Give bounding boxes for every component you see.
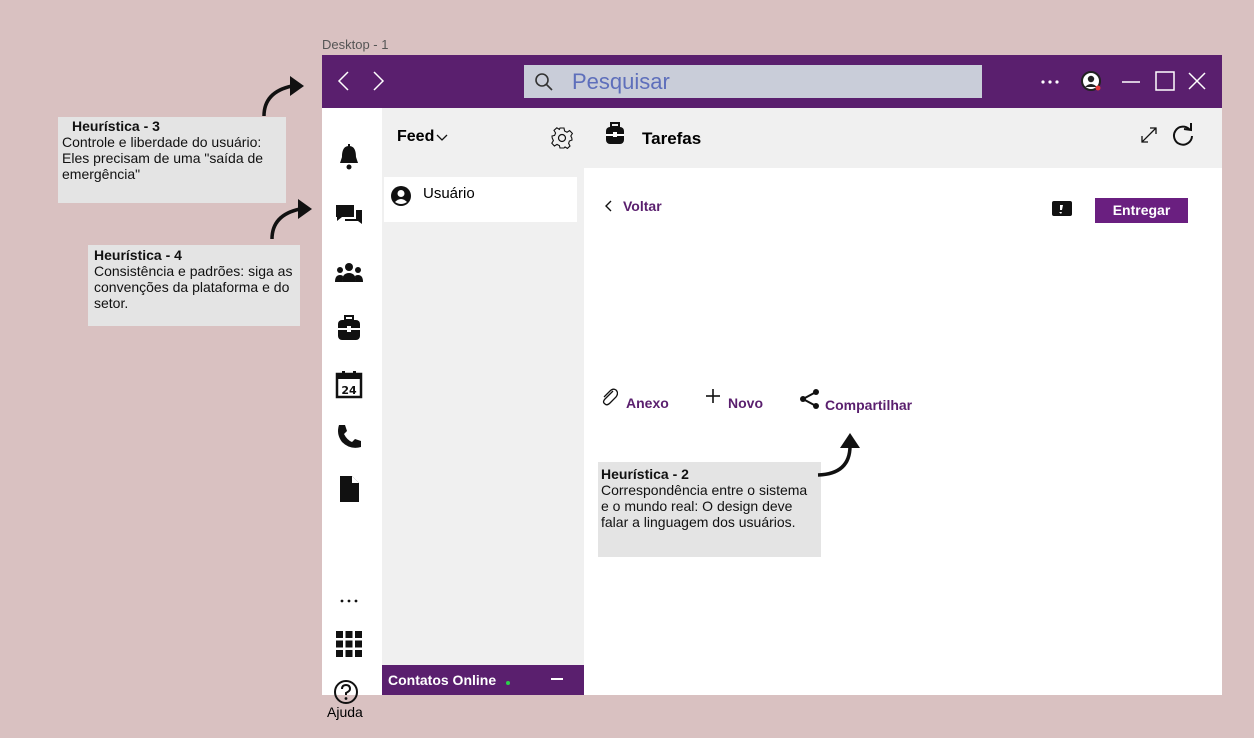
note-2-body: Correspondência entre o sistema e o mund…: [601, 482, 808, 530]
curved-arrow-icon: [262, 76, 304, 117]
feedback-icon[interactable]: [1051, 200, 1073, 218]
app-window: Pesquisar 24 Ajuda Feed Usuário Contatos…: [322, 55, 1222, 720]
curved-arrow-icon: [817, 433, 860, 477]
user-item[interactable]: Usuário: [384, 177, 577, 222]
plus-icon: [706, 389, 720, 403]
submit-button[interactable]: Entregar: [1095, 198, 1188, 223]
expand-icon[interactable]: [1139, 125, 1159, 145]
app-rail: 24 Ajuda: [322, 108, 382, 720]
back-arrow-icon[interactable]: [332, 69, 356, 93]
note-2-title: Heurística - 2: [601, 466, 689, 482]
note-3-title: Heurística - 3: [72, 118, 160, 134]
page-title: Tarefas: [642, 129, 702, 148]
help-label[interactable]: Ajuda: [327, 704, 363, 720]
back-link[interactable]: Voltar: [623, 198, 662, 214]
attach-label: Anexo: [626, 395, 669, 411]
share-icon: [800, 389, 819, 409]
curved-arrow-icon: [270, 199, 312, 240]
user-avatar-icon: [391, 186, 411, 206]
backpack-icon[interactable]: [334, 313, 364, 343]
chevron-down-icon[interactable]: [436, 132, 448, 142]
content-header: Tarefas: [584, 108, 1222, 168]
maximize-icon[interactable]: [1153, 69, 1177, 93]
close-icon[interactable]: [1185, 69, 1209, 93]
share-label: Compartilhar: [825, 397, 913, 413]
more-icon[interactable]: [334, 586, 364, 616]
user-label: Usuário: [423, 185, 475, 202]
chat-icon[interactable]: [334, 200, 364, 230]
heuristic-note-2: Heurística - 2 Correspondência entre o s…: [598, 462, 821, 557]
search-icon: [535, 73, 553, 91]
frame-label: Desktop - 1: [322, 37, 389, 52]
svg-text:24: 24: [341, 384, 357, 397]
paperclip-icon: [602, 388, 618, 406]
title-bar: Pesquisar: [322, 55, 1222, 108]
teams-icon[interactable]: [334, 258, 364, 288]
collapse-icon[interactable]: [551, 678, 563, 680]
search-placeholder: Pesquisar: [572, 69, 670, 94]
note-3-body: Controle e liberdade do usuário: Eles pr…: [62, 134, 264, 182]
new-label: Novo: [728, 395, 763, 411]
online-contacts-bar[interactable]: Contatos Online: [382, 665, 584, 695]
calendar-icon[interactable]: 24: [334, 369, 364, 399]
gear-icon[interactable]: [550, 126, 574, 150]
heuristic-note-3: Heurística - 3 Controle e liberdade do u…: [58, 117, 286, 203]
search-input[interactable]: Pesquisar: [524, 65, 982, 98]
phone-icon[interactable]: [334, 422, 364, 452]
file-icon[interactable]: [334, 474, 364, 504]
more-options-icon[interactable]: [1038, 69, 1062, 93]
chevron-left-icon[interactable]: [604, 200, 614, 212]
heuristic-note-4: Heurística - 4 Consistência e padrões: s…: [88, 245, 300, 326]
account-icon[interactable]: [1079, 69, 1103, 93]
feed-title[interactable]: Feed: [397, 128, 434, 146]
apps-grid-icon[interactable]: [334, 629, 364, 659]
feed-panel: Feed Usuário Contatos Online: [382, 108, 584, 695]
note-4-title: Heurística - 4: [94, 247, 182, 263]
online-contacts-label: Contatos Online: [388, 672, 497, 688]
minimize-icon[interactable]: [1119, 69, 1143, 93]
online-status-dot: [506, 681, 510, 685]
backpack-icon: [606, 122, 624, 144]
forward-arrow-icon[interactable]: [366, 69, 390, 93]
refresh-icon[interactable]: [1170, 122, 1196, 148]
bell-icon[interactable]: [334, 142, 364, 172]
note-4-body: Consistência e padrões: siga as convençõ…: [94, 263, 293, 311]
